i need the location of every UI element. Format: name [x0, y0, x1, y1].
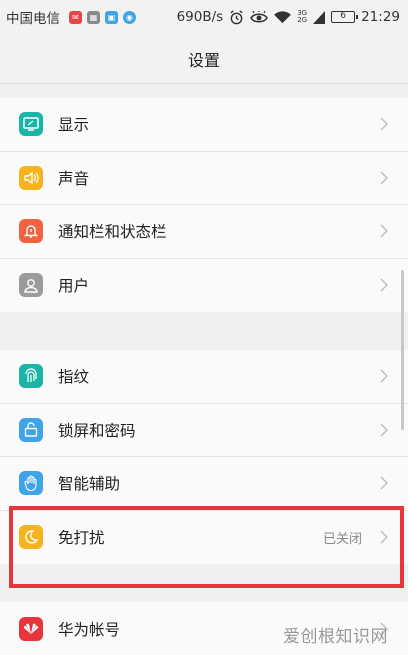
- huawei-icon: [19, 616, 43, 641]
- settings-item-notification-bar[interactable]: 通知栏和状态栏: [0, 205, 408, 259]
- chevron-right-icon: [380, 224, 388, 238]
- settings-item-label: 声音: [58, 169, 90, 188]
- lock-icon: [19, 417, 43, 442]
- message-notification-icon: ✉: [69, 10, 82, 24]
- chevron-right-icon: [380, 278, 388, 292]
- settings-group-general: 显示 声音 通知栏和状态栏 用户: [0, 98, 408, 312]
- user-icon: [19, 273, 43, 298]
- chevron-right-icon: [380, 423, 388, 437]
- display-icon: [19, 112, 43, 137]
- sound-icon: [19, 165, 43, 190]
- highlight-annotation: [9, 506, 404, 588]
- settings-item-lock-screen[interactable]: 锁屏和密码: [0, 404, 408, 457]
- settings-item-label: 用户: [58, 277, 90, 296]
- hand-icon: [19, 471, 43, 496]
- scrollbar[interactable]: [401, 270, 404, 430]
- status-bar: 中国电信 ✉ ▦ ▣ ◉ 690B/s 3G 2G 6 21:29: [0, 0, 408, 34]
- fingerprint-icon: [19, 364, 43, 389]
- chevron-right-icon: [380, 476, 388, 490]
- settings-item-label: 指纹: [58, 368, 90, 387]
- settings-item-display[interactable]: 显示: [0, 98, 408, 152]
- settings-item-label: 通知栏和状态栏: [58, 223, 167, 242]
- eye-comfort-icon: [250, 10, 269, 22]
- settings-item-sound[interactable]: 声音: [0, 152, 408, 205]
- chevron-right-icon: [380, 117, 388, 131]
- carrier-name: 中国电信: [6, 11, 60, 27]
- settings-item-fingerprint[interactable]: 指纹: [0, 350, 408, 404]
- settings-item-label: 华为帐号: [58, 620, 121, 639]
- settings-item-label: 智能辅助: [58, 475, 121, 494]
- settings-item-users[interactable]: 用户: [0, 259, 408, 313]
- network-type: 3G 2G: [297, 9, 308, 24]
- signal-icon: [313, 10, 326, 24]
- alarm-icon: [230, 9, 243, 24]
- page-title: 设置: [187, 50, 220, 70]
- settings-item-label: 显示: [58, 116, 90, 135]
- chevron-right-icon: [380, 171, 388, 185]
- wifi-icon: [274, 10, 292, 23]
- title-bar: 设置: [0, 34, 408, 84]
- chevron-right-icon: [380, 369, 388, 383]
- clock: 21:29: [361, 9, 400, 25]
- battery-icon: 6: [331, 11, 359, 23]
- settings-item-label: 锁屏和密码: [58, 421, 136, 440]
- app-notification-icon: ◉: [123, 10, 136, 24]
- gallery-notification-icon: ▣: [105, 10, 118, 24]
- network-speed: 690B/s: [176, 9, 224, 25]
- qr-notification-icon: ▦: [87, 10, 100, 24]
- settings-item-smart-assistance[interactable]: 智能辅助: [0, 457, 408, 511]
- watermark: 爱创根知识网: [283, 627, 388, 647]
- notification-icon: [19, 219, 43, 244]
